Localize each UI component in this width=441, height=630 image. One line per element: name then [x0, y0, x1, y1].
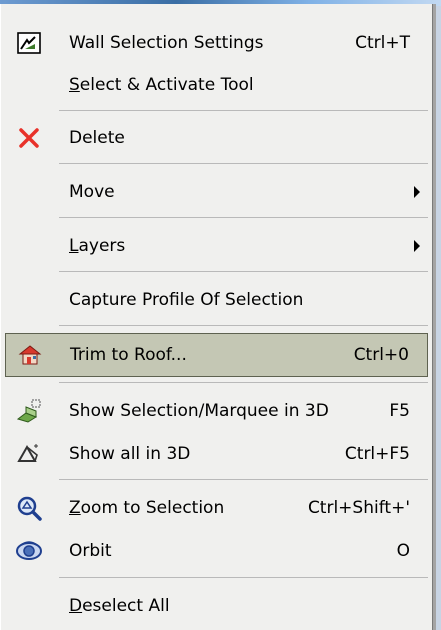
menu-item-deselect-all[interactable]: Deselect All: [5, 584, 428, 628]
menu-item-shortcut: Ctrl+0: [353, 345, 409, 365]
menu-item-move[interactable]: Move: [5, 170, 428, 214]
show-all-3d-icon: [15, 440, 43, 468]
menu-item-label: Wall Selection Settings: [69, 33, 264, 53]
menu-item-orbit[interactable]: Orbit O: [5, 529, 428, 573]
menu-item-label: Delete: [69, 128, 125, 148]
menu-item-shortcut: F5: [389, 401, 410, 421]
menu-item-wall-selection-settings[interactable]: Wall Selection Settings Ctrl+T: [5, 21, 428, 65]
menu-item-label: Trim to Roof...: [70, 345, 187, 365]
menu-item-shortcut: Ctrl+F5: [344, 444, 410, 464]
menu-separator: [59, 325, 428, 326]
menu-item-label: Zoom to Selection: [69, 498, 225, 518]
delete-x-icon: [15, 124, 43, 152]
menu-item-shortcut: O: [396, 541, 410, 561]
menu-separator: [59, 479, 428, 480]
menu-item-label: Deselect All: [69, 596, 170, 616]
menu-item-label: Capture Profile Of Selection: [69, 290, 304, 310]
submenu-arrow-icon: [414, 186, 420, 198]
menu-separator: [59, 577, 428, 578]
orbit-icon: [15, 537, 43, 565]
menu-item-show-all-3d[interactable]: Show all in 3D Ctrl+F5: [5, 432, 428, 476]
trim-to-roof-icon: [16, 341, 44, 369]
menu-item-delete[interactable]: Delete: [5, 116, 428, 160]
menu-item-label: Orbit: [69, 541, 112, 561]
menu-item-zoom-to-selection[interactable]: Zoom to Selection Ctrl+Shift+': [5, 486, 428, 530]
show-selection-3d-icon: [15, 397, 43, 425]
zoom-selection-icon: [15, 494, 43, 522]
menu-separator: [59, 271, 428, 272]
menu-item-label: Select & Activate Tool: [69, 75, 254, 95]
menu-item-capture-profile[interactable]: Capture Profile Of Selection: [5, 278, 428, 322]
menu-item-show-selection-3d[interactable]: Show Selection/Marquee in 3D F5: [5, 389, 428, 433]
menu-item-select-activate-tool[interactable]: Select & Activate Tool: [5, 63, 428, 107]
menu-separator: [59, 382, 428, 383]
menu-item-layers[interactable]: Layers: [5, 224, 428, 268]
menu-item-trim-to-roof[interactable]: Trim to Roof... Ctrl+0: [5, 333, 428, 377]
menu-item-label: Show all in 3D: [69, 444, 191, 464]
menu-item-label: Show Selection/Marquee in 3D: [69, 401, 329, 421]
menu-item-label: Layers: [69, 236, 126, 256]
menu-item-shortcut: Ctrl+Shift+': [307, 498, 410, 518]
submenu-arrow-icon: [414, 240, 420, 252]
menu-separator: [59, 110, 428, 111]
context-menu: Wall Selection Settings Ctrl+T Select & …: [0, 4, 433, 630]
wall-settings-icon: [15, 29, 43, 57]
menu-item-label: Move: [69, 182, 115, 202]
menu-item-shortcut: Ctrl+T: [355, 33, 410, 53]
menu-separator: [59, 217, 428, 218]
menu-separator: [59, 163, 428, 164]
